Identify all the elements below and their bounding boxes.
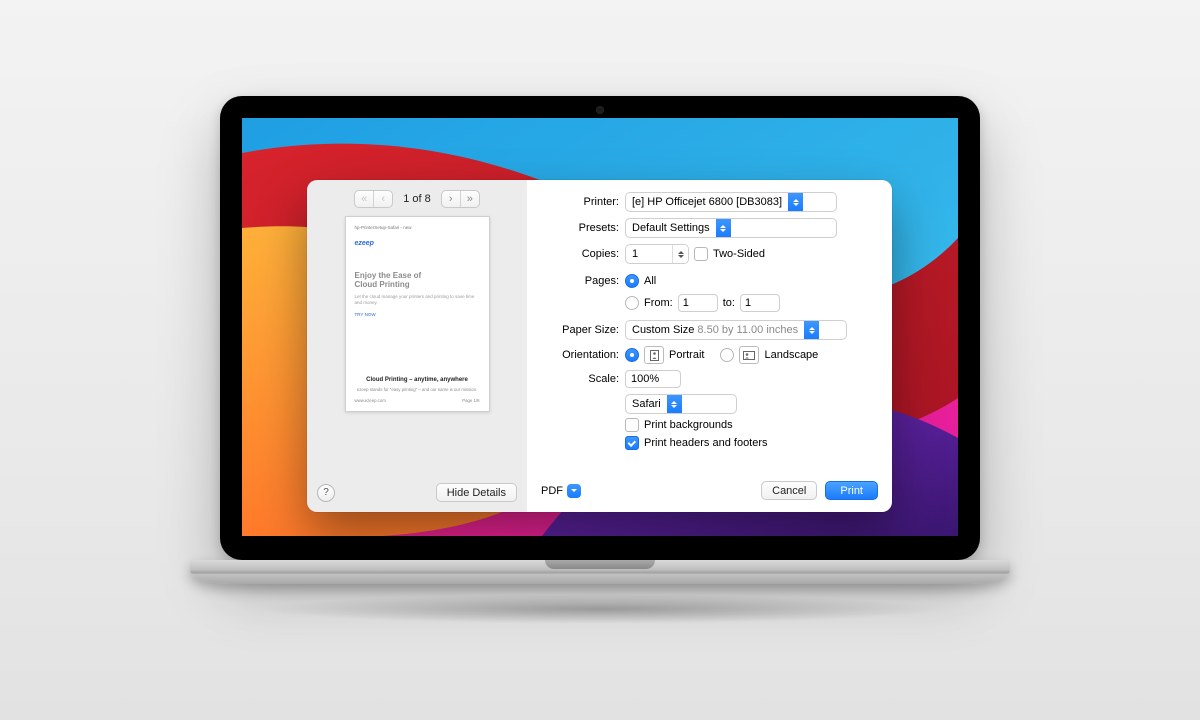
- help-button[interactable]: ?: [317, 484, 335, 502]
- app-options-popup[interactable]: Safari: [625, 394, 737, 414]
- thumb-header: hp-PrinterSetup-Safari - new: [355, 225, 480, 230]
- thumb-sub: Let the cloud manage your printers and p…: [355, 294, 480, 306]
- printer-popup[interactable]: [e] HP Officejet 6800 [DB3083]: [625, 192, 837, 212]
- laptop-base: [190, 560, 1010, 584]
- screen: « ‹ 1 of 8 › » hp-PrinterSetup-Safari - …: [242, 118, 958, 536]
- pages-from-label: From:: [644, 297, 673, 309]
- scale-field[interactable]: 100%: [625, 370, 681, 388]
- pages-range-radio[interactable]: [625, 296, 639, 310]
- two-sided-label: Two-Sided: [713, 248, 765, 260]
- portrait-icon: [644, 346, 664, 364]
- pages-all-label: All: [644, 275, 656, 287]
- copies-label: Copies:: [533, 248, 625, 260]
- preview-pane: « ‹ 1 of 8 › » hp-PrinterSetup-Safari - …: [307, 180, 527, 512]
- preview-nav: « ‹ 1 of 8 › »: [307, 180, 527, 214]
- thumb-logo: ezeep: [355, 240, 480, 247]
- landscape-icon: [739, 346, 759, 364]
- presets-label: Presets:: [533, 222, 625, 234]
- hinge-notch: [545, 560, 655, 569]
- drop-shadow: [260, 594, 940, 624]
- cancel-button[interactable]: Cancel: [761, 481, 817, 500]
- print-headers-checkbox[interactable]: [625, 436, 639, 450]
- print-button[interactable]: Print: [825, 481, 878, 500]
- pdf-label: PDF: [541, 485, 563, 497]
- app-name: Safari: [626, 398, 667, 410]
- print-backgrounds-checkbox[interactable]: [625, 418, 639, 432]
- paper-size-value: Custom Size: [632, 324, 694, 336]
- two-sided-checkbox[interactable]: [694, 247, 708, 261]
- next-page-seg: › »: [441, 190, 480, 208]
- paper-dims: 8.50 by 11.00 inches: [697, 324, 798, 336]
- chevron-down-icon: [567, 484, 581, 498]
- thumb-tagline: ezeep stands for "easy printing" – and o…: [355, 387, 480, 392]
- laptop-mock: « ‹ 1 of 8 › » hp-PrinterSetup-Safari - …: [220, 96, 980, 624]
- presets-popup[interactable]: Default Settings: [625, 218, 837, 238]
- paper-size-popup[interactable]: Custom Size 8.50 by 11.00 inches: [625, 320, 847, 340]
- paper-size-label: Paper Size:: [533, 324, 625, 336]
- orientation-landscape-radio[interactable]: [720, 348, 734, 362]
- first-page-button[interactable]: «: [355, 191, 373, 207]
- stepper-arrows-icon: [672, 245, 688, 263]
- chevron-updown-icon: [788, 193, 803, 211]
- page-indicator: 1 of 8: [403, 193, 431, 205]
- pages-to-label: to:: [723, 297, 735, 309]
- printer-label: Printer:: [533, 196, 625, 208]
- options-pane: Printer: [e] HP Officejet 6800 [DB3083] …: [527, 180, 892, 512]
- portrait-label: Portrait: [669, 349, 704, 361]
- page-thumbnail: hp-PrinterSetup-Safari - new ezeep Enjoy…: [345, 216, 490, 412]
- printer-value: [e] HP Officejet 6800 [DB3083]: [626, 196, 788, 208]
- landscape-label: Landscape: [764, 349, 818, 361]
- next-page-button[interactable]: ›: [442, 191, 460, 207]
- pages-to-field[interactable]: 1: [740, 294, 780, 312]
- orientation-label: Orientation:: [533, 349, 625, 361]
- thumb-banner: Cloud Printing – anytime, anywhere: [355, 377, 480, 383]
- pages-all-radio[interactable]: [625, 274, 639, 288]
- scale-label: Scale:: [533, 373, 625, 385]
- camera-dot: [596, 106, 604, 114]
- chevron-updown-icon: [667, 395, 682, 413]
- print-headers-label: Print headers and footers: [644, 437, 768, 449]
- thumb-heading: Enjoy the Ease of Cloud Printing: [355, 271, 480, 289]
- copies-stepper[interactable]: 1: [625, 244, 689, 264]
- chevron-updown-icon: [716, 219, 731, 237]
- prev-page-seg: « ‹: [354, 190, 393, 208]
- prev-page-button[interactable]: ‹: [373, 191, 392, 207]
- thumb-footer-right: Page 1/8: [462, 398, 479, 403]
- chevron-updown-icon: [804, 321, 819, 339]
- pdf-menu[interactable]: PDF: [541, 484, 581, 498]
- pages-from-field[interactable]: 1: [678, 294, 718, 312]
- screen-bezel: « ‹ 1 of 8 › » hp-PrinterSetup-Safari - …: [220, 96, 980, 560]
- print-backgrounds-label: Print backgrounds: [644, 419, 733, 431]
- pages-label: Pages:: [533, 275, 625, 287]
- copies-value: 1: [626, 248, 672, 260]
- presets-value: Default Settings: [626, 222, 716, 234]
- last-page-button[interactable]: »: [460, 191, 479, 207]
- orientation-portrait-radio[interactable]: [625, 348, 639, 362]
- print-dialog: « ‹ 1 of 8 › » hp-PrinterSetup-Safari - …: [307, 180, 892, 512]
- thumb-footer-left: www.ezeep.com: [355, 398, 386, 403]
- hide-details-button[interactable]: Hide Details: [436, 483, 517, 502]
